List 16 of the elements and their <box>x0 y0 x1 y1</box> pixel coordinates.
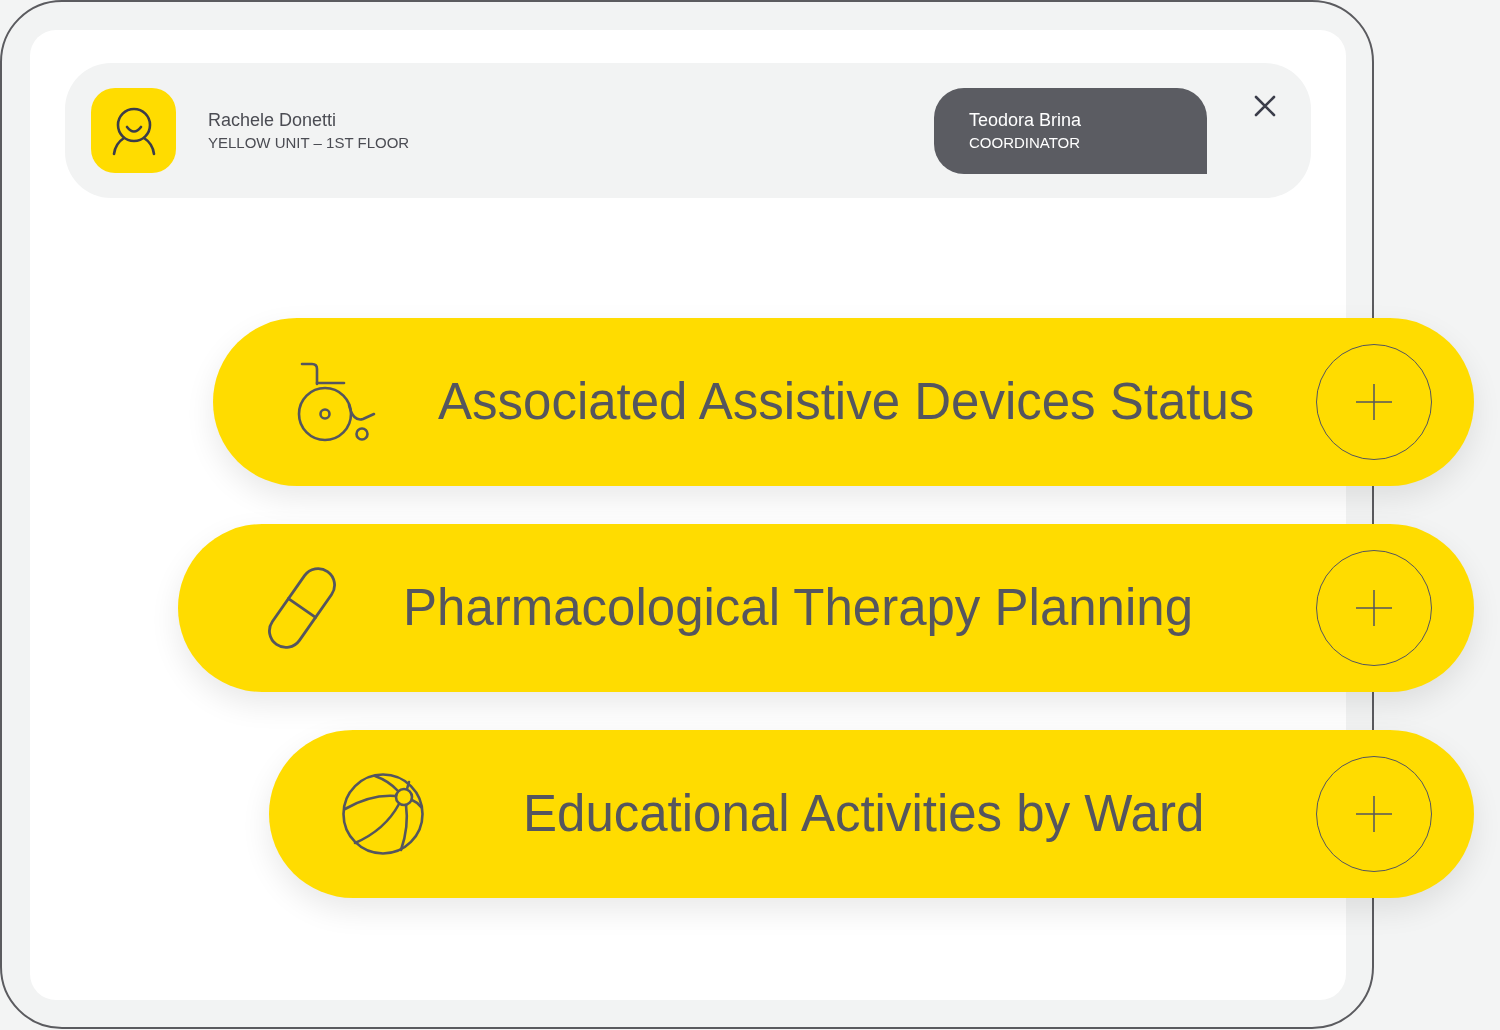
plus-icon <box>1356 796 1392 832</box>
wheelchair-icon <box>297 362 377 442</box>
operator-role: COORDINATOR <box>969 132 1082 153</box>
patient-unit: YELLOW UNIT – 1ST FLOOR <box>208 132 410 153</box>
card-title: Associated Assistive Devices Status <box>438 372 1255 432</box>
card-title: Pharmacological Therapy Planning <box>403 578 1194 638</box>
plus-icon <box>1356 384 1392 420</box>
patient-name: Rachele Donetti <box>208 108 338 131</box>
operator-name: Teodora Brina <box>969 108 1083 131</box>
card-title: Educational Activities by Ward <box>523 784 1205 844</box>
close-button[interactable] <box>1254 95 1276 117</box>
plus-icon <box>1356 590 1392 626</box>
person-avatar-icon <box>91 88 176 173</box>
close-icon <box>1254 95 1276 117</box>
beach-ball-icon <box>341 772 425 856</box>
pill-icon <box>268 567 336 649</box>
